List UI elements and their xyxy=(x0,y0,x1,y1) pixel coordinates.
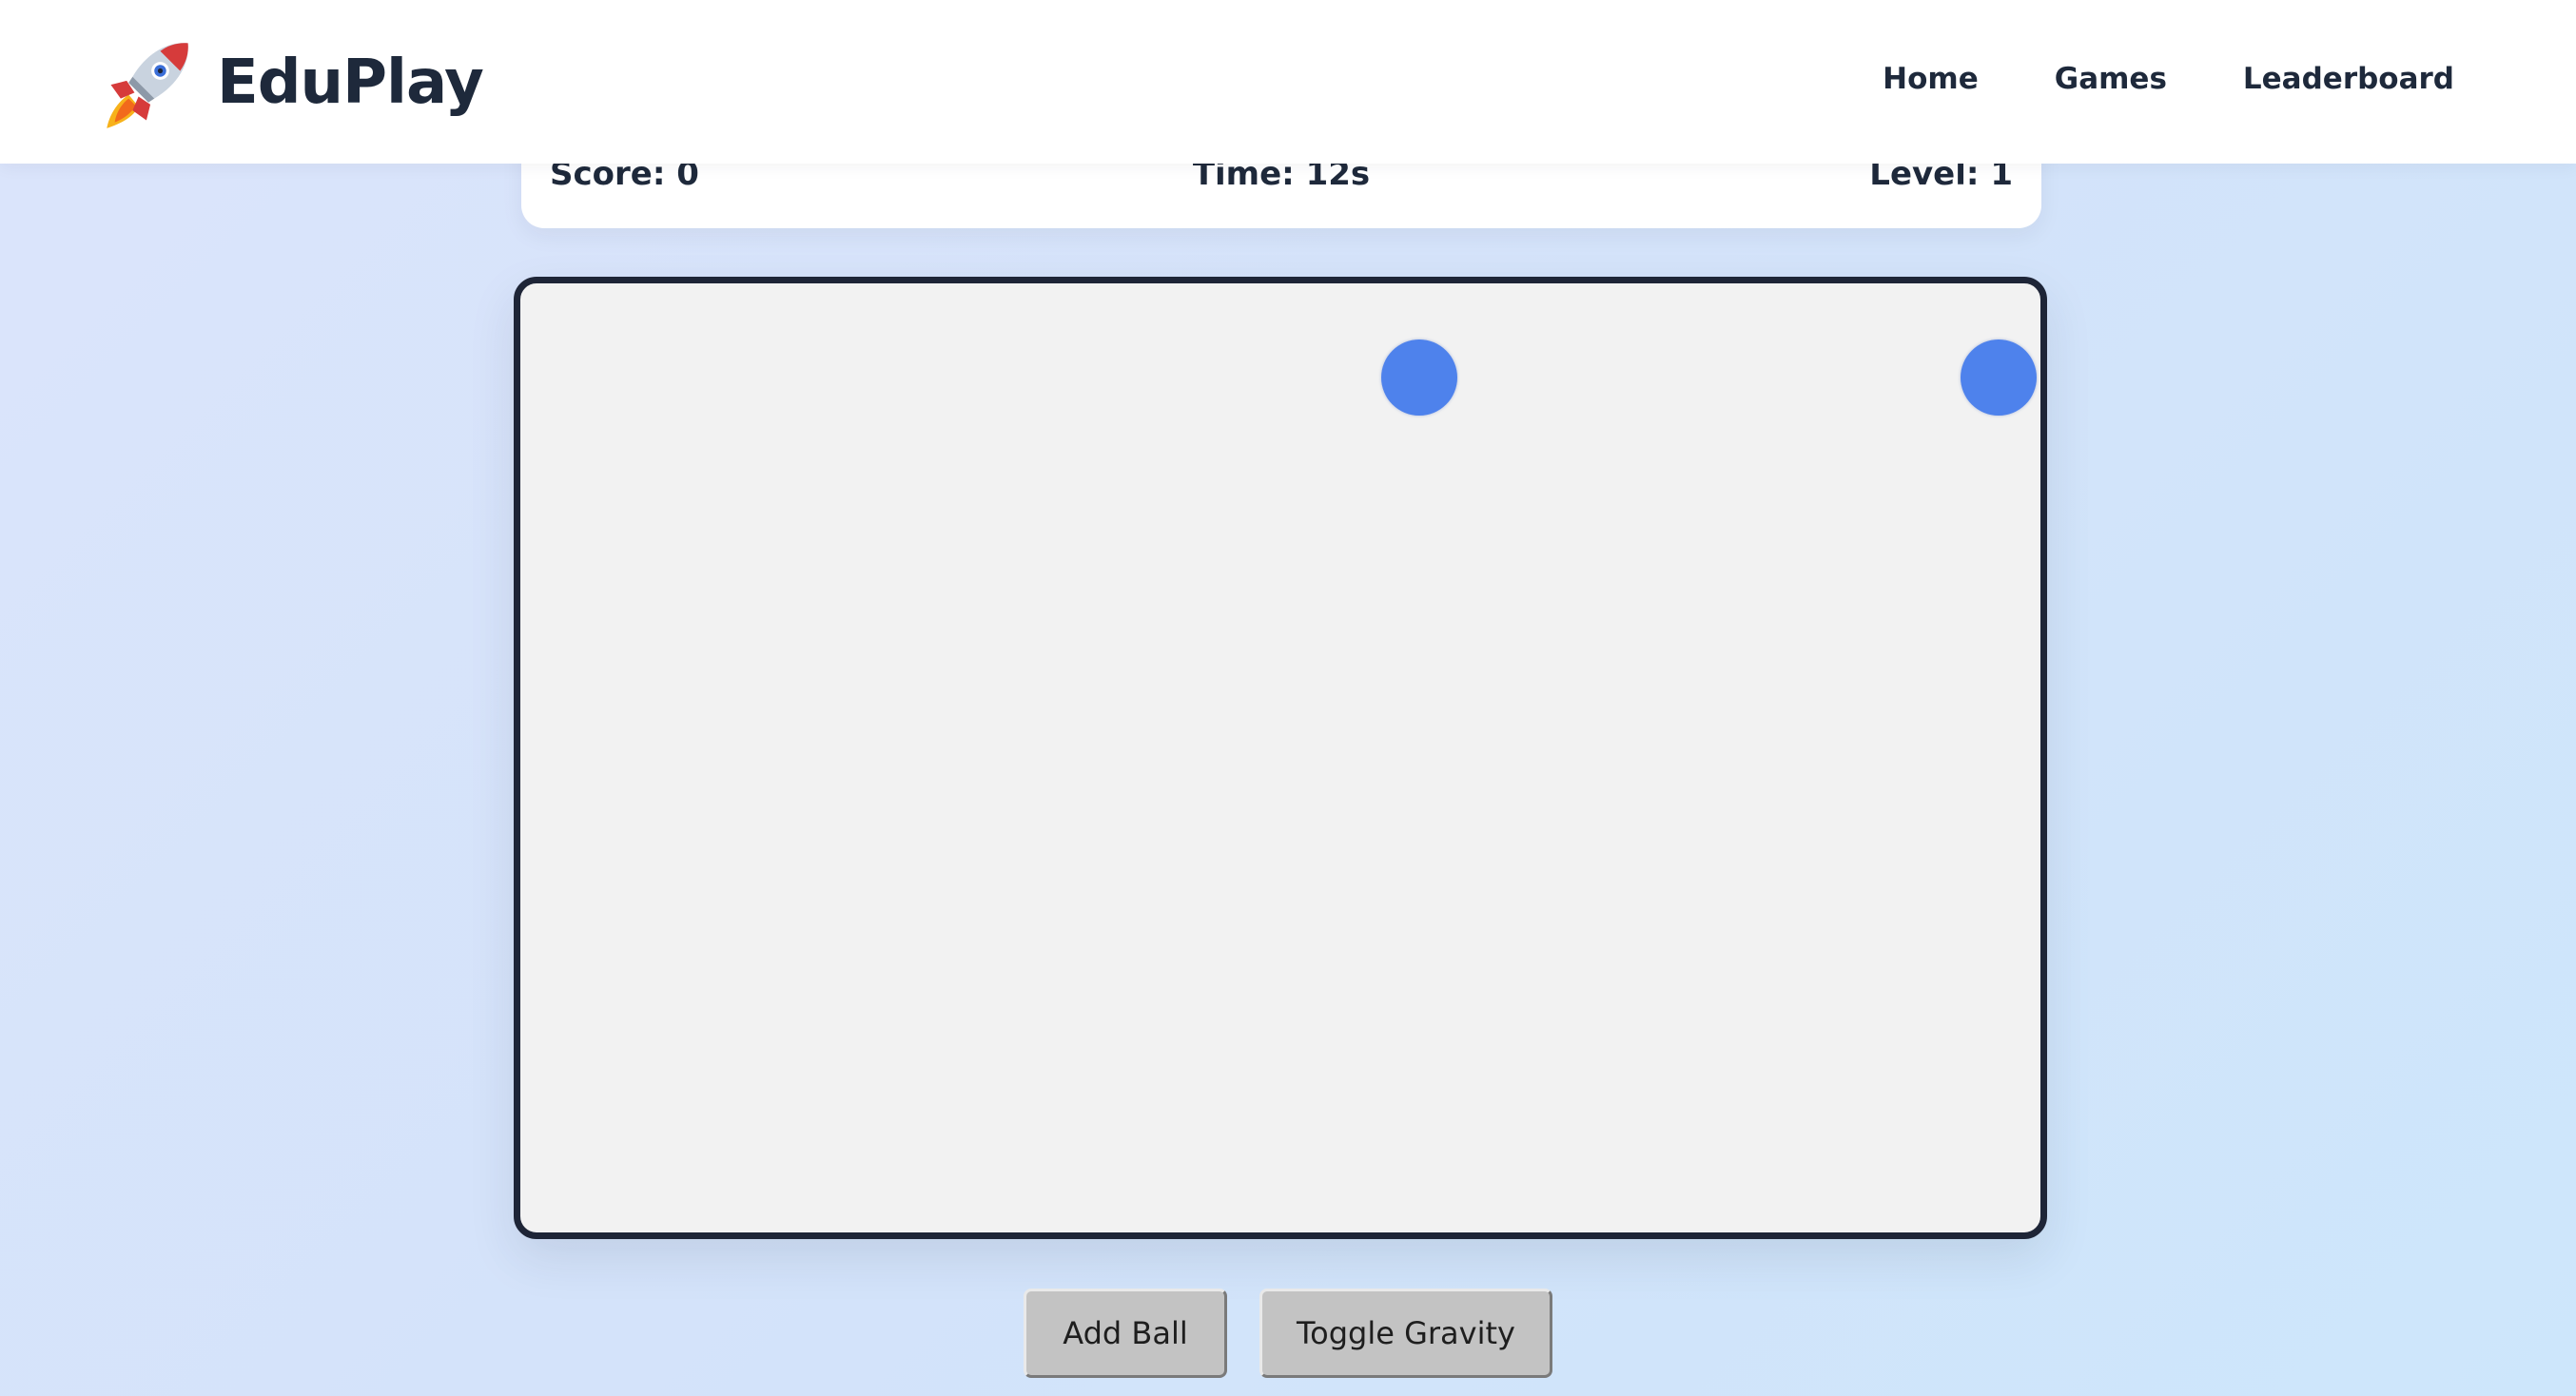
rocket-icon xyxy=(107,43,188,128)
nav-link-games[interactable]: Games xyxy=(2055,62,2167,96)
ball[interactable] xyxy=(1381,339,1457,416)
game-board[interactable] xyxy=(514,277,2047,1239)
toggle-gravity-button[interactable]: Toggle Gravity xyxy=(1259,1289,1552,1378)
main-nav: Home Games Leaderboard xyxy=(1806,0,2454,158)
nav-link-leaderboard[interactable]: Leaderboard xyxy=(2243,62,2454,96)
game-controls: Add Ball Toggle Gravity xyxy=(0,1289,2576,1378)
ball[interactable] xyxy=(1961,339,2037,416)
brand-logo[interactable]: EduPlay xyxy=(99,30,484,135)
nav-link-home[interactable]: Home xyxy=(1883,62,1979,96)
top-navbar: EduPlay Home Games Leaderboard xyxy=(0,0,2576,164)
add-ball-button[interactable]: Add Ball xyxy=(1024,1289,1227,1378)
brand-name: EduPlay xyxy=(217,48,484,118)
